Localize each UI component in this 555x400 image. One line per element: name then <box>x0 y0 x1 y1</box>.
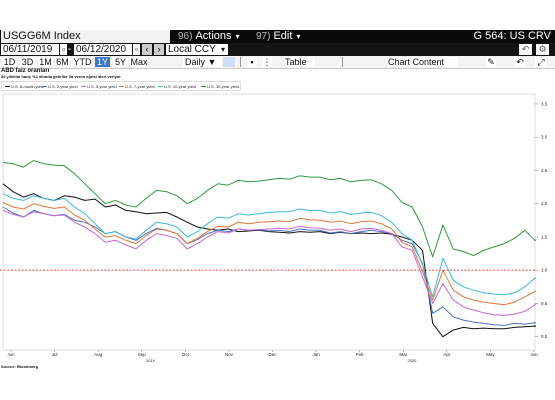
chart-source: Source: Bloomberg <box>1 364 39 369</box>
series-line <box>2 201 536 306</box>
y-tick-label: 0.5 <box>541 301 548 306</box>
y-tick-label: 3.5 <box>541 101 548 106</box>
y-tick-label: 2.0 <box>541 201 548 206</box>
x-tick-label: Jun <box>530 352 538 357</box>
x-tick-label: Apr <box>443 352 451 357</box>
series-end-point <box>534 277 536 280</box>
series-end-point <box>534 239 536 242</box>
x-tick-label: Feb <box>356 352 364 357</box>
x-year-label: 2020 <box>408 358 418 363</box>
y-tick-label: 3.0 <box>541 135 548 140</box>
series-line <box>2 183 536 338</box>
series-line <box>2 209 536 316</box>
x-year-label: 2019 <box>146 358 156 363</box>
series-end-point <box>534 321 536 324</box>
series-end-point <box>534 290 536 293</box>
series-end-point <box>534 303 536 306</box>
x-tick-label: Dec <box>268 352 277 357</box>
y-tick-label: 1.0 <box>541 268 548 273</box>
x-tick-label: Mar <box>399 352 407 357</box>
x-tick-label: Jul <box>52 352 58 357</box>
x-tick-label: Aug <box>94 352 103 357</box>
series-line <box>2 160 536 258</box>
x-tick-label: Jun <box>7 352 15 357</box>
x-tick-label: May <box>486 352 495 357</box>
y-tick-label: 1.5 <box>541 234 548 239</box>
y-tick-label: 0.0 <box>541 334 548 339</box>
series-line <box>2 193 536 298</box>
x-tick-label: Sep <box>138 352 147 357</box>
series-line <box>2 206 536 326</box>
x-tick-label: Oct <box>182 352 190 357</box>
y-tick-label: 2.5 <box>541 168 548 173</box>
yield-chart: 0.0 0.5 1.0 1.5 2.0 2.5 3.0 3.5 Jun Jul Aug Sep Oct N… <box>0 93 548 363</box>
series-end-point <box>534 325 536 327</box>
x-tick-label: Nov <box>225 352 234 357</box>
x-tick-label: Jan <box>312 352 320 357</box>
